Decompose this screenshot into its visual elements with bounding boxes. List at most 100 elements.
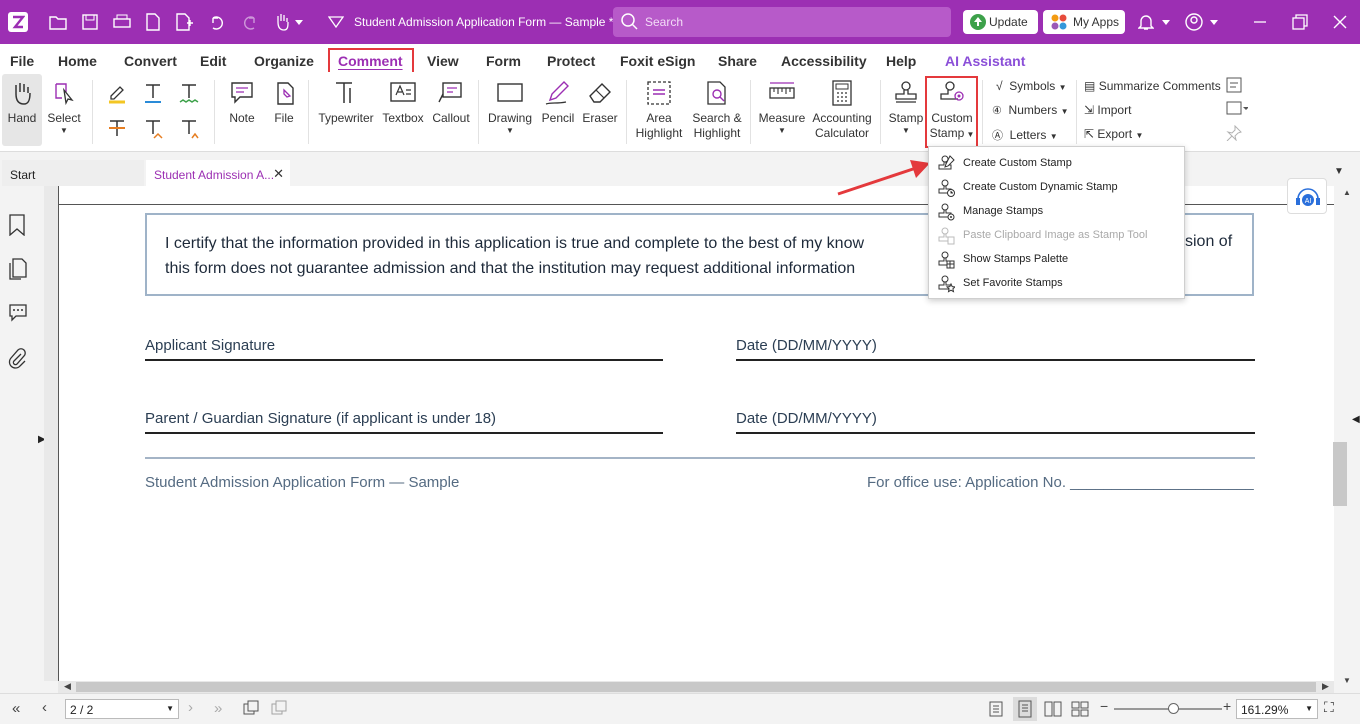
export-button[interactable]: ⇱ Export ▼ — [1084, 127, 1143, 141]
menu-share[interactable]: Share — [718, 53, 757, 69]
single-page-view-icon[interactable] — [988, 701, 1004, 720]
scroll-right-icon[interactable]: ▶ — [1322, 681, 1329, 692]
menu-form[interactable]: Form — [486, 53, 521, 69]
horizontal-scrollbar[interactable]: ◀ ▶ — [58, 681, 1334, 693]
search-highlight-button[interactable]: Search & Highlight — [690, 80, 744, 141]
pin-icon[interactable] — [1226, 124, 1242, 144]
tab-document[interactable]: Student Admission A... ✕ — [146, 160, 290, 186]
menu-convert[interactable]: Convert — [124, 53, 177, 69]
callout-button[interactable]: Callout — [430, 80, 472, 126]
scroll-up-icon[interactable]: ▲ — [1343, 188, 1351, 197]
pencil-button[interactable]: Pencil — [538, 80, 578, 126]
chevron-down-icon[interactable] — [1208, 12, 1220, 32]
previous-page-icon[interactable]: ‹ — [42, 699, 47, 716]
bell-icon[interactable] — [1136, 12, 1156, 32]
previous-view-icon[interactable] — [242, 700, 260, 719]
last-page-icon[interactable]: » — [214, 700, 222, 717]
stamp-button[interactable]: Stamp ▼ — [886, 80, 926, 136]
date-line-1[interactable] — [736, 359, 1255, 361]
date-line-2[interactable] — [736, 432, 1255, 434]
show-stamps-palette-item[interactable]: Show Stamps Palette — [929, 248, 1184, 272]
ai-assistant-float-button[interactable]: AI — [1287, 178, 1327, 214]
chevron-down-icon[interactable]: ▼ — [1305, 704, 1313, 713]
facing-view-icon[interactable] — [1044, 701, 1062, 720]
open-folder-icon[interactable] — [48, 12, 68, 32]
my-apps-button[interactable]: My Apps — [1043, 10, 1125, 34]
redo-icon[interactable] — [240, 12, 260, 32]
letters-button[interactable]: Ⓐ Letters ▼ — [992, 127, 1058, 143]
save-icon[interactable] — [80, 12, 100, 32]
close-tab-icon[interactable]: ✕ — [273, 166, 284, 182]
set-favorite-stamps-item[interactable]: Set Favorite Stamps — [929, 272, 1184, 296]
comments-panel-icon[interactable] — [8, 302, 30, 324]
symbols-button[interactable]: √ Symbols ▼ — [996, 79, 1067, 93]
create-custom-stamp-item[interactable]: Create Custom Stamp — [929, 152, 1184, 176]
tab-start[interactable]: Start — [2, 160, 144, 186]
menu-home[interactable]: Home — [58, 53, 97, 69]
print-icon[interactable] — [112, 12, 132, 32]
bookmark-icon[interactable] — [8, 214, 30, 237]
menu-protect[interactable]: Protect — [547, 53, 595, 69]
select-button[interactable]: Select ▼ — [46, 80, 82, 136]
vertical-scrollbar[interactable]: ▲ ◀ ▼ — [1333, 186, 1360, 691]
scroll-left-icon[interactable]: ◀ — [64, 681, 71, 692]
continuous-facing-view-icon[interactable] — [1071, 701, 1089, 720]
applicant-signature-line[interactable] — [145, 359, 663, 361]
chevron-down-icon[interactable] — [1160, 12, 1172, 32]
menu-help[interactable]: Help — [886, 53, 916, 69]
numbers-button[interactable]: ④ Numbers ▼ — [992, 103, 1069, 117]
fullscreen-icon[interactable]: ⛶ — [1324, 699, 1334, 716]
undo-icon[interactable] — [207, 12, 227, 32]
user-account-icon[interactable] — [1184, 12, 1204, 32]
textbox-button[interactable]: Textbox — [380, 80, 426, 126]
chevron-down-icon[interactable]: ▼ — [166, 704, 174, 713]
summarize-comments-button[interactable]: ▤ Summarize Comments — [1084, 79, 1221, 93]
manage-stamps-item[interactable]: Manage Stamps — [929, 200, 1184, 224]
area-highlight-button[interactable]: Area Highlight — [632, 80, 686, 141]
measure-button[interactable]: Measure ▼ — [756, 80, 808, 136]
note-button[interactable]: Note — [224, 80, 260, 126]
continuous-view-icon[interactable] — [1013, 697, 1037, 721]
underline-text-icon[interactable] — [142, 82, 164, 107]
tab-list-chevron-icon[interactable]: ▼ — [1334, 166, 1344, 177]
hand-tool-button[interactable]: Hand — [2, 74, 42, 146]
menu-edit[interactable]: Edit — [200, 53, 226, 69]
chevron-down-icon[interactable] — [294, 12, 304, 32]
highlight-text-icon[interactable] — [106, 82, 128, 107]
zoom-out-icon[interactable]: − — [1100, 698, 1108, 714]
zoom-slider-thumb[interactable] — [1168, 703, 1179, 714]
attachment-icon[interactable] — [8, 348, 30, 370]
minimize-icon[interactable] — [1250, 12, 1270, 32]
eraser-button[interactable]: Eraser — [580, 80, 620, 126]
file-attachment-button[interactable]: File — [266, 80, 302, 126]
create-pdf-icon[interactable] — [174, 12, 194, 32]
menu-organize[interactable]: Organize — [254, 53, 314, 69]
comment-settings-icon[interactable] — [1226, 101, 1249, 120]
menu-ai-assistant[interactable]: AI Assistant — [945, 53, 1025, 69]
drawing-button[interactable]: Drawing ▼ — [486, 80, 534, 136]
squiggly-text-icon[interactable] — [178, 82, 200, 107]
paste-clipboard-stamp-item[interactable]: Paste Clipboard Image as Stamp Tool — [929, 224, 1184, 248]
scroll-down-icon[interactable]: ▼ — [1343, 676, 1351, 685]
typewriter-button[interactable]: Typewriter — [316, 80, 376, 126]
new-document-icon[interactable] — [143, 12, 163, 32]
page-number-input[interactable]: 2 / 2 ▼ — [65, 699, 179, 719]
parent-signature-line[interactable] — [145, 432, 663, 434]
restore-icon[interactable] — [1290, 12, 1310, 32]
create-custom-dynamic-stamp-item[interactable]: Create Custom Dynamic Stamp — [929, 176, 1184, 200]
next-page-icon[interactable]: › — [188, 699, 193, 716]
accounting-calculator-button[interactable]: Accounting Calculator — [810, 80, 874, 141]
next-view-icon[interactable] — [270, 700, 288, 719]
menu-file[interactable]: File — [10, 53, 34, 69]
first-page-icon[interactable]: « — [12, 700, 20, 717]
h-scrollbar-thumb[interactable] — [76, 682, 1316, 692]
menu-accessibility[interactable]: Accessibility — [781, 53, 867, 69]
close-icon[interactable] — [1330, 12, 1350, 32]
insert-text-icon[interactable] — [178, 118, 200, 143]
hand-tool-icon[interactable] — [272, 12, 292, 32]
scrollbar-thumb[interactable] — [1333, 442, 1347, 506]
collapse-right-panel-icon[interactable]: ◀ — [1352, 414, 1360, 425]
replace-text-icon[interactable] — [142, 118, 164, 143]
pages-icon[interactable] — [8, 258, 30, 280]
zoom-in-icon[interactable]: + — [1223, 698, 1231, 714]
